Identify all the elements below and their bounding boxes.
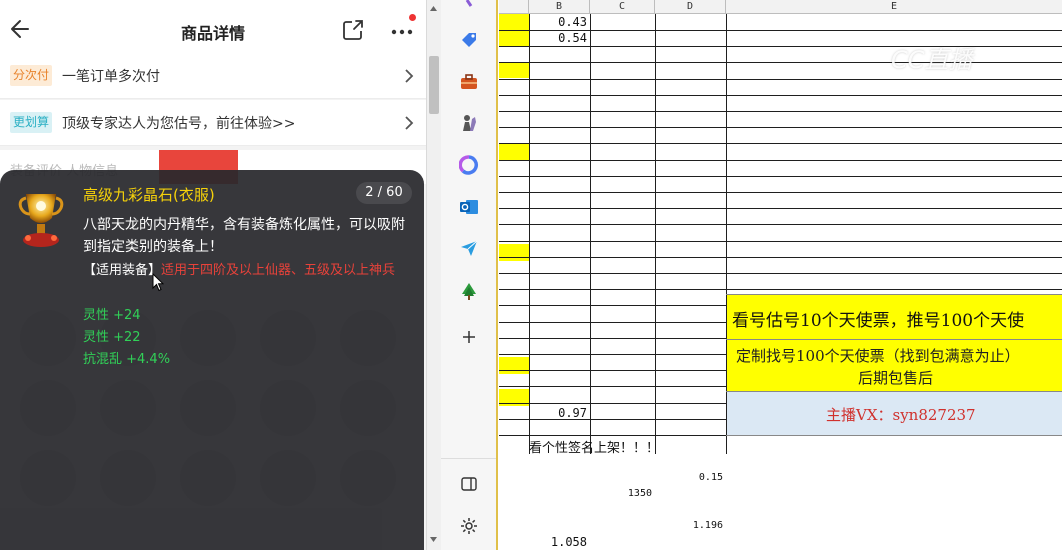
more-options-icon[interactable]: [388, 18, 416, 42]
cell-value[interactable]: 0.54: [529, 31, 587, 45]
appraisal-price-block[interactable]: 看号估号10个天使票，推号100个天使: [726, 294, 1062, 339]
chevron-right-icon: [405, 69, 414, 83]
mouse-cursor-icon: [152, 273, 164, 292]
scrollbar-thumb[interactable]: [429, 56, 439, 114]
stat-line: 灵性 +22: [83, 330, 141, 345]
settings-icon[interactable]: [459, 516, 479, 536]
after-sales-text: 后期包售后: [858, 369, 934, 387]
chess-icon[interactable]: [459, 113, 479, 133]
screen: 商品详情 分次付 一笔订单多次付 更划算 顶级专家达人为您估号，前往体验>> 装…: [0, 0, 1062, 550]
page-indicator: 2 / 60: [356, 182, 412, 204]
chevron-right-icon: [405, 116, 414, 130]
item-description: 八部天龙的内丹精华，含有装备炼化属性，可以吸附到指定类别的装备上！: [83, 217, 405, 255]
applicable-equipment: 【适用装备】适用于四阶及以上仙器、五级及以上神兵: [83, 260, 413, 282]
gem-trophy-icon: [18, 194, 64, 247]
mobile-app-panel: 商品详情 分次付 一笔订单多次付 更划算 顶级专家达人为您估号，前往体验>> 装…: [0, 0, 441, 550]
watermark-logo: CC直播: [891, 46, 973, 74]
contact-block[interactable]: 主播VX：syn827237: [726, 391, 1062, 435]
installment-text: 一笔订单多次付: [62, 69, 160, 85]
share-icon[interactable]: [342, 19, 364, 41]
equip-value: 适用于四阶及以上仙器、五级及以上神兵: [161, 263, 396, 278]
toolbox-icon[interactable]: [459, 72, 479, 92]
cell-value[interactable]: 1.058: [529, 535, 587, 549]
appraisal-price-text: 看号估号10个天使票，推号100个天使: [732, 311, 1025, 331]
installment-row[interactable]: 分次付 一笔订单多次付: [0, 53, 426, 99]
custom-search-block[interactable]: 定制找号100个天使票（找到包满意为止） 后期包售后: [726, 339, 1062, 391]
sign-note[interactable]: 看个性签名上架！！！: [529, 437, 659, 456]
column-header[interactable]: C: [590, 0, 655, 14]
app-header: 商品详情: [0, 0, 426, 58]
plus-icon[interactable]: [459, 327, 479, 347]
item-name: 高级九彩晶石(衣服): [83, 186, 215, 204]
cell-value[interactable]: 1.196: [655, 520, 723, 531]
cell-value[interactable]: 1350: [590, 488, 652, 499]
sidebar-toggle-icon[interactable]: [459, 474, 479, 494]
custom-search-text: 定制找号100个天使票（找到包满意为止）: [736, 347, 1020, 365]
scroll-down-icon[interactable]: [429, 535, 438, 544]
copilot-icon[interactable]: [459, 155, 479, 175]
send-icon[interactable]: [459, 238, 479, 258]
tag-icon[interactable]: [459, 30, 479, 50]
cell-value[interactable]: 0.43: [529, 15, 587, 29]
column-header[interactable]: D: [655, 0, 726, 14]
appraisal-tag: 更划算: [10, 112, 53, 133]
cell-value[interactable]: 0.97: [529, 406, 587, 420]
contact-text: 主播VX：syn827237: [826, 406, 976, 424]
notification-dot: [409, 14, 416, 21]
scroll-up-icon[interactable]: [429, 4, 438, 13]
column-header[interactable]: E: [726, 0, 1062, 14]
spreadsheet: B C D E 看号估号10个天使票，推号100个天使 定制找号100个天使票（…: [499, 0, 1062, 550]
item-tooltip: 高级九彩晶石(衣服) 2 / 60 八部天龙的内丹精华，含有装备炼化属性，可以吸…: [0, 170, 424, 550]
appraisal-text: 顶级专家达人为您估号，前往体验>>: [62, 116, 296, 132]
column-header-bar: B C D E: [499, 0, 1062, 14]
stat-line: 抗混乱 +4.4%: [83, 352, 171, 367]
stat-line: 灵性 +24: [83, 308, 141, 323]
equip-label: 【适用装备】: [83, 263, 162, 278]
appraisal-row[interactable]: 更划算 顶级专家达人为您估号，前往体验>>: [0, 100, 426, 146]
column-header[interactable]: B: [529, 0, 590, 14]
installment-tag: 分次付: [10, 65, 53, 86]
tree-icon[interactable]: [459, 281, 479, 301]
outlook-icon[interactable]: [459, 197, 479, 217]
partial-icon[interactable]: [459, 0, 479, 8]
cell-value[interactable]: 0.15: [655, 472, 723, 483]
browser-sidebar: [441, 0, 498, 550]
